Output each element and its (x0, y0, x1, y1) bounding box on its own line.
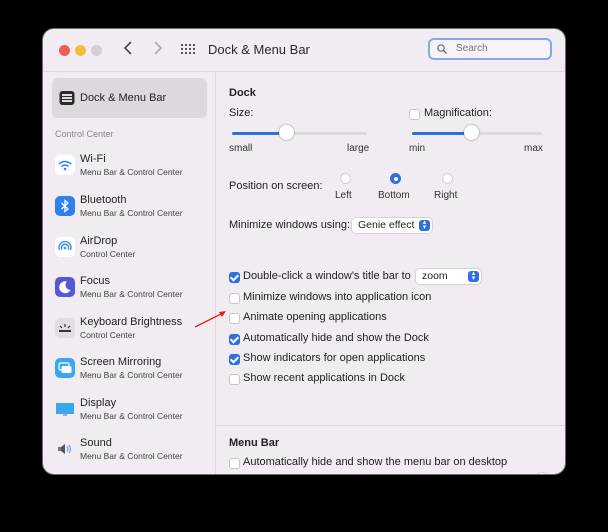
size-min-label: small (229, 143, 253, 154)
position-right-radio[interactable] (442, 173, 453, 184)
section-divider (216, 425, 565, 426)
dock-option-label: Automatically hide and show the Dock (243, 331, 429, 344)
sidebar: Dock & Menu Bar Control Center Wi-Fi Men… (43, 72, 216, 474)
mag-min-label: min (409, 143, 426, 154)
dock-option-checkbox[interactable] (229, 353, 240, 365)
size-label: Size: (229, 107, 254, 119)
chevron-left-icon (123, 41, 132, 55)
slider-fill (412, 132, 471, 135)
slider-knob[interactable] (463, 125, 479, 140)
position-label: Position on screen: (229, 180, 323, 192)
sidebar-item-wifi[interactable]: Wi-Fi Menu Bar & Control Center (55, 150, 210, 184)
dock-option-checkbox[interactable] (229, 333, 240, 345)
search-field[interactable] (428, 38, 552, 60)
chevron-updown-icon: ▴ ▾ (419, 219, 430, 231)
menubar-option-checkbox[interactable] (229, 458, 240, 469)
double-click-label: Double-click a window's title bar to (243, 270, 411, 282)
sidebar-item-airdrop[interactable]: AirDrop Control Center (55, 232, 210, 266)
display-icon (56, 403, 74, 416)
sidebar-item-title: Focus (80, 275, 110, 287)
sidebar-item-title: Display (80, 397, 117, 409)
show-all-grid-icon[interactable] (181, 44, 195, 56)
size-slider[interactable] (232, 124, 367, 142)
wifi-icon (55, 155, 75, 175)
sidebar-item-title: Wi-Fi (80, 153, 106, 165)
sidebar-item-dock-menu-bar[interactable]: Dock & Menu Bar (52, 78, 207, 118)
sidebar-item-screen-mirroring[interactable]: Screen Mirroring Menu Bar & Control Cent… (55, 353, 210, 387)
popup-value: Genie effect (358, 219, 415, 231)
window-title: Dock & Menu Bar (208, 42, 310, 57)
system-preferences-window: Dock & Menu Bar Dock & Menu Bar Control … (43, 29, 565, 474)
dock-option-label: Show indicators for open applications (243, 351, 426, 364)
annotation-arrow-icon (194, 311, 226, 328)
sidebar-item-subtitle: Control Center (80, 330, 136, 340)
sidebar-item-title: Keyboard Brightness (80, 316, 183, 328)
dock-option-checkbox[interactable] (229, 313, 240, 325)
sidebar-item-subtitle: Menu Bar & Control Center (80, 411, 183, 421)
position-bottom-label: Bottom (378, 190, 410, 201)
moon-icon (55, 277, 75, 297)
settings-pane: Dock Size: small large Magnification: mi… (216, 72, 565, 474)
slider-fill (232, 132, 286, 135)
double-click-action-popup[interactable]: zoom ▴ ▾ (416, 269, 481, 284)
search-icon (437, 44, 447, 54)
minimize-effect-popup[interactable]: Genie effect ▴ ▾ (352, 218, 432, 233)
position-left-radio[interactable] (340, 173, 351, 184)
help-button[interactable]: ? (534, 473, 550, 474)
sidebar-item-title: AirDrop (80, 235, 118, 247)
sidebar-item-label: Dock & Menu Bar (80, 92, 167, 104)
magnification-label: Magnification: (424, 107, 492, 119)
dock-option-label: Minimize windows into application icon (243, 291, 432, 303)
double-click-checkbox[interactable] (229, 272, 240, 283)
sidebar-item-bluetooth[interactable]: Bluetooth Menu Bar & Control Center (55, 191, 210, 225)
magnification-checkbox[interactable] (409, 109, 420, 120)
sidebar-item-subtitle: Menu Bar & Control Center (80, 167, 183, 177)
zoom-button[interactable] (91, 45, 102, 56)
sidebar-item-title: Screen Mirroring (80, 356, 162, 368)
sidebar-item-subtitle: Control Center (80, 249, 136, 259)
sidebar-item-subtitle: Menu Bar & Control Center (80, 289, 183, 299)
magnification-slider[interactable] (412, 124, 542, 142)
position-left-label: Left (335, 190, 352, 201)
chevron-updown-icon: ▴ ▾ (468, 270, 479, 282)
sidebar-item-title: Sound (80, 437, 112, 449)
dock-option-checkbox[interactable] (229, 374, 240, 386)
size-max-label: large (347, 143, 370, 154)
forward-button[interactable] (153, 40, 163, 61)
dock-menu-bar-icon (59, 91, 75, 105)
sidebar-section-header: Control Center (55, 129, 114, 139)
popup-value: zoom (422, 270, 448, 282)
sidebar-item-subtitle: Menu Bar & Control Center (80, 370, 183, 380)
airdrop-icon (55, 237, 75, 257)
dock-option-checkbox[interactable] (229, 293, 240, 304)
menubar-option-label: Automatically hide and show the menu bar… (243, 456, 508, 468)
dock-option-label: Animate opening applications (243, 311, 387, 324)
menubar-section-header: Menu Bar (229, 437, 280, 449)
back-button[interactable] (123, 40, 133, 61)
position-right-label: Right (434, 190, 458, 201)
bluetooth-icon (55, 196, 75, 216)
sidebar-item-title: Bluetooth (80, 194, 127, 206)
sidebar-item-subtitle: Menu Bar & Control Center (80, 451, 183, 461)
position-bottom-radio[interactable] (390, 173, 401, 184)
screen-mirroring-icon (55, 358, 75, 378)
minimize-button[interactable] (75, 45, 86, 56)
close-button[interactable] (59, 45, 70, 56)
mag-max-label: max (524, 143, 543, 154)
sidebar-item-focus[interactable]: Focus Menu Bar & Control Center (55, 272, 210, 306)
dock-option-label: Show recent applications in Dock (243, 372, 406, 385)
sidebar-item-subtitle: Menu Bar & Control Center (80, 208, 183, 218)
sidebar-item-sound[interactable]: Sound Menu Bar & Control Center (55, 434, 210, 468)
keyboard-brightness-icon (55, 318, 75, 338)
sidebar-item-display[interactable]: Display Menu Bar & Control Center (55, 394, 210, 428)
chevron-right-icon (154, 41, 163, 55)
slider-knob[interactable] (279, 125, 294, 140)
sidebar-item-keyboard-brightness[interactable]: Keyboard Brightness Control Center (55, 313, 210, 347)
titlebar: Dock & Menu Bar (43, 29, 565, 72)
speaker-icon (58, 444, 72, 454)
dock-section-header: Dock (229, 87, 256, 99)
minimize-label: Minimize windows using: (229, 219, 351, 231)
search-input[interactable] (454, 42, 548, 55)
